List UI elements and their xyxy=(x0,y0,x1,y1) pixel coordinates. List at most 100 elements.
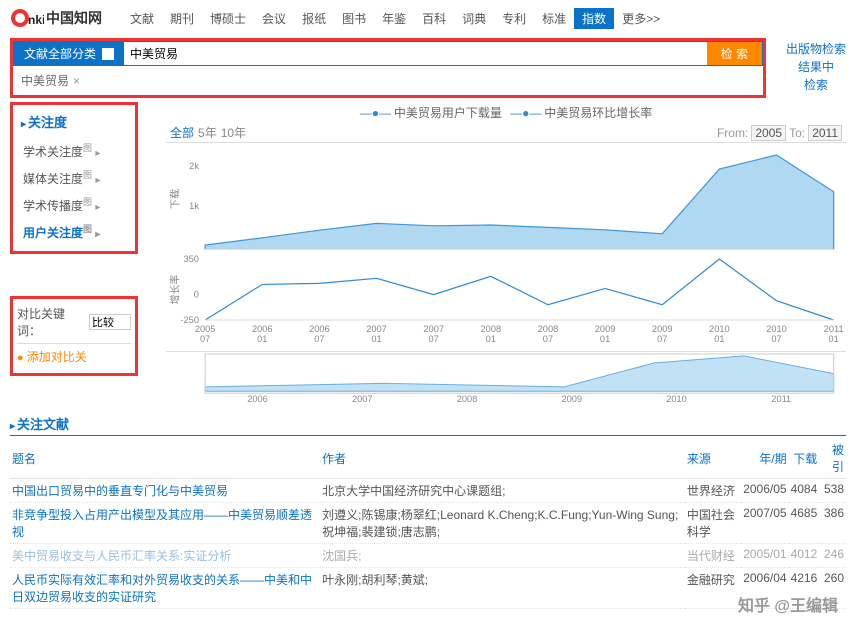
legend: —●— 中美贸易用户下载量 —●— 中美贸易环比增长率 xyxy=(166,102,846,123)
col-header[interactable]: 作者 xyxy=(320,438,685,479)
svg-text:2008: 2008 xyxy=(538,324,559,334)
svg-text:下载: 下载 xyxy=(169,189,181,209)
svg-text:350: 350 xyxy=(184,254,199,264)
col-header[interactable]: 来源 xyxy=(685,438,741,479)
svg-text:2006: 2006 xyxy=(252,324,273,334)
header: nki 中国知网 文献期刊博硕士会议报纸图书年鉴百科词典专利标准指数更多>> xyxy=(0,0,856,36)
nav: 文献期刊博硕士会议报纸图书年鉴百科词典专利标准指数更多>> xyxy=(122,8,668,29)
svg-text:0: 0 xyxy=(194,290,199,300)
range-tab[interactable]: 5年 xyxy=(198,126,217,140)
logo-icon: nki xyxy=(10,4,44,32)
literature-section: 关注文献 题名作者来源年/期下载被引 中国出口贸易中的垂直专门化与中美贸易北京大… xyxy=(10,412,846,609)
svg-text:2011: 2011 xyxy=(824,324,844,334)
svg-text:2k: 2k xyxy=(189,161,199,171)
svg-text:01: 01 xyxy=(828,334,838,344)
sidebar-title: 关注度 xyxy=(17,109,131,137)
lit-header: 关注文献 xyxy=(10,412,846,436)
nav-文献[interactable]: 文献 xyxy=(122,8,162,29)
table-row[interactable]: 人民币实际有效汇率和对外贸易收支的关系——中美和中日双边贸易收支的实证研究叶永刚… xyxy=(10,568,846,609)
add-compare-link[interactable]: ● 添加对比关 xyxy=(17,352,87,364)
nav-图书[interactable]: 图书 xyxy=(334,8,374,29)
svg-text:2009: 2009 xyxy=(652,324,673,334)
svg-text:2010: 2010 xyxy=(709,324,730,334)
svg-text:01: 01 xyxy=(714,334,724,344)
svg-text:2011: 2011 xyxy=(771,394,791,404)
svg-text:01: 01 xyxy=(486,334,496,344)
nav-标准[interactable]: 标准 xyxy=(534,8,574,29)
compare-box: 对比关键词： ● 添加对比关 xyxy=(10,296,138,376)
col-header[interactable]: 下载 xyxy=(789,438,820,479)
svg-text:2007: 2007 xyxy=(352,394,373,404)
col-header[interactable]: 年/期 xyxy=(741,438,788,479)
svg-text:01: 01 xyxy=(257,334,267,344)
svg-text:1k: 1k xyxy=(189,201,199,211)
svg-text:2006: 2006 xyxy=(309,324,330,334)
category-dropdown[interactable]: 文献全部分类 xyxy=(14,42,124,65)
svg-text:2006: 2006 xyxy=(247,394,268,404)
svg-text:07: 07 xyxy=(543,334,553,344)
svg-text:2009: 2009 xyxy=(595,324,616,334)
table-row[interactable]: 美中贸易收支与人民币汇率关系:实证分析沈国兵;当代财经2005/01401224… xyxy=(10,544,846,568)
right-link[interactable]: 检索 xyxy=(786,76,846,94)
compare-input[interactable] xyxy=(89,314,131,330)
search-area: 文献全部分类 检 索 中美贸易× xyxy=(10,38,766,98)
svg-text:2010: 2010 xyxy=(666,394,687,404)
sidebar-item[interactable]: 媒体关注度图 ▸ xyxy=(17,164,131,191)
range-tab[interactable]: 10年 xyxy=(221,126,246,140)
nav-词典[interactable]: 词典 xyxy=(454,8,494,29)
svg-text:2005: 2005 xyxy=(195,324,216,334)
svg-text:2007: 2007 xyxy=(423,324,444,334)
from-input[interactable]: 2005 xyxy=(751,125,786,141)
svg-text:07: 07 xyxy=(200,334,210,344)
right-link[interactable]: 结果中 xyxy=(786,58,846,76)
sidebar-item[interactable]: 学术关注度图 ▸ xyxy=(17,137,131,164)
nav-指数[interactable]: 指数 xyxy=(574,8,614,29)
close-icon[interactable]: × xyxy=(73,74,80,88)
search-tag[interactable]: 中美贸易× xyxy=(21,74,80,88)
nav-期刊[interactable]: 期刊 xyxy=(162,8,202,29)
attention-box: 关注度 学术关注度图 ▸媒体关注度图 ▸学术传播度图 ▸用户关注度图 ▸ xyxy=(10,102,138,254)
right-link[interactable]: 出版物检索 xyxy=(786,40,846,58)
logo[interactable]: nki 中国知网 xyxy=(10,4,102,32)
nav-报纸[interactable]: 报纸 xyxy=(294,8,334,29)
svg-text:01: 01 xyxy=(371,334,381,344)
sidebar: 关注度 学术关注度图 ▸媒体关注度图 ▸学术传播度图 ▸用户关注度图 ▸ 对比关… xyxy=(10,102,138,408)
table-row[interactable]: 非竞争型投入占用产出模型及其应用——中美贸易顺差透视刘遵义;陈锡康;杨翠红;Le… xyxy=(10,503,846,544)
search-button[interactable]: 检 索 xyxy=(707,42,762,65)
svg-text:2010: 2010 xyxy=(766,324,787,334)
mini-chart[interactable]: 2006 2007 2008 2009 2010 2011 xyxy=(166,351,846,405)
nav-更多>>[interactable]: 更多>> xyxy=(614,8,668,29)
col-header[interactable]: 被引 xyxy=(819,438,846,479)
sidebar-item[interactable]: 学术传播度图 ▸ xyxy=(17,191,131,218)
range-row: 全部 5年 10年 From: 2005 To: 2011 xyxy=(166,123,846,143)
svg-text:增长率: 增长率 xyxy=(168,275,181,305)
range-tab[interactable]: 全部 xyxy=(170,126,194,140)
compare-row: 对比关键词： xyxy=(17,305,131,339)
main-chart[interactable]: 2k1k下载3500-250增长率20050720060120060720070… xyxy=(166,143,846,348)
table-row[interactable]: 中国出口贸易中的垂直专门化与中美贸易北京大学中国经济研究中心课题组;世界经济20… xyxy=(10,479,846,503)
nav-专利[interactable]: 专利 xyxy=(494,8,534,29)
svg-text:2009: 2009 xyxy=(561,394,582,404)
nav-博硕士[interactable]: 博硕士 xyxy=(202,8,254,29)
sidebar-item[interactable]: 用户关注度图 ▸ xyxy=(17,218,131,245)
svg-text:07: 07 xyxy=(429,334,439,344)
svg-text:2007: 2007 xyxy=(366,324,387,334)
svg-text:07: 07 xyxy=(771,334,781,344)
lit-table: 题名作者来源年/期下载被引 中国出口贸易中的垂直专门化与中美贸易北京大学中国经济… xyxy=(10,438,846,609)
logo-text: 中国知网 xyxy=(46,8,102,28)
svg-text:2008: 2008 xyxy=(457,394,478,404)
svg-text:nki: nki xyxy=(28,13,44,27)
main: 关注度 学术关注度图 ▸媒体关注度图 ▸学术传播度图 ▸用户关注度图 ▸ 对比关… xyxy=(0,102,856,408)
nav-百科[interactable]: 百科 xyxy=(414,8,454,29)
dropdown-label: 文献全部分类 xyxy=(24,45,96,62)
to-input[interactable]: 2011 xyxy=(808,125,842,141)
range-tabs: 全部 5年 10年 xyxy=(170,124,250,141)
search-tag-row: 中美贸易× xyxy=(13,66,763,95)
svg-text:07: 07 xyxy=(314,334,324,344)
nav-年鉴[interactable]: 年鉴 xyxy=(374,8,414,29)
col-header[interactable]: 题名 xyxy=(10,438,320,479)
search-input[interactable] xyxy=(124,42,707,65)
range-inputs: From: 2005 To: 2011 xyxy=(717,126,842,140)
nav-会议[interactable]: 会议 xyxy=(254,8,294,29)
compare-label: 对比关键词： xyxy=(17,305,87,339)
